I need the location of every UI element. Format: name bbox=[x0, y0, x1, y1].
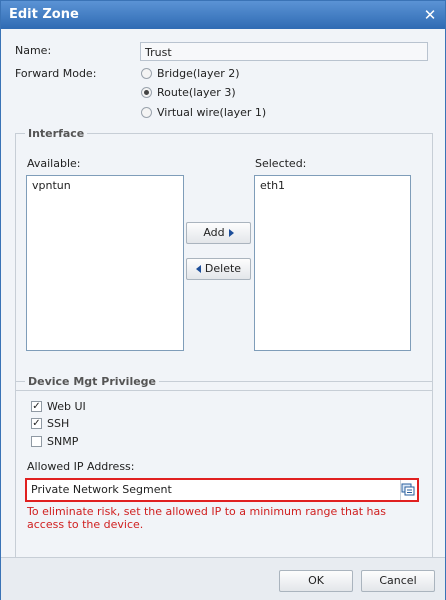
radio-label-bridge: Bridge(layer 2) bbox=[157, 66, 240, 80]
radio-button[interactable] bbox=[141, 106, 152, 118]
checkbox-snmp[interactable]: SNMP bbox=[31, 433, 78, 449]
allowed-ip-field[interactable]: Private Network Segment bbox=[27, 480, 401, 500]
add-button[interactable]: Add bbox=[186, 222, 251, 244]
available-label: Available: bbox=[27, 157, 81, 170]
forward-mode-label: Forward Mode: bbox=[15, 67, 97, 80]
list-item[interactable]: vpntun bbox=[27, 176, 183, 195]
checkbox-ssh[interactable]: ✓ SSH bbox=[31, 415, 69, 431]
radio-label-route: Route(layer 3) bbox=[157, 85, 236, 99]
list-item[interactable]: eth1 bbox=[255, 176, 410, 195]
checkbox-label-web-ui: Web UI bbox=[47, 399, 86, 413]
allowed-ip-label: Allowed IP Address: bbox=[27, 460, 135, 473]
arrow-right-icon bbox=[228, 229, 234, 237]
device-mgt-legend: Device Mgt Privilege bbox=[25, 375, 160, 388]
radio-virtual-wire[interactable]: Virtual wire(layer 1) bbox=[141, 104, 266, 120]
close-icon[interactable]: ✕ bbox=[421, 6, 439, 24]
delete-button-label: Delete bbox=[204, 262, 242, 275]
selected-list[interactable]: eth1 bbox=[254, 175, 411, 351]
radio-label-virtual-wire: Virtual wire(layer 1) bbox=[157, 105, 267, 119]
checkbox-unchecked[interactable] bbox=[31, 435, 42, 447]
dialog-title: Edit Zone bbox=[9, 7, 79, 22]
name-label: Name: bbox=[15, 44, 52, 57]
delete-button[interactable]: Delete bbox=[186, 258, 251, 280]
cancel-button[interactable]: Cancel bbox=[361, 570, 435, 592]
edit-zone-dialog: Edit Zone ✕ Name: Trust Forward Mode: Br… bbox=[0, 0, 446, 600]
name-field[interactable]: Trust bbox=[140, 42, 428, 61]
checkbox-label-ssh: SSH bbox=[47, 416, 70, 430]
radio-button[interactable] bbox=[141, 67, 152, 79]
allowed-ip-highlight: Private Network Segment bbox=[25, 478, 419, 502]
checkbox-checked[interactable]: ✓ bbox=[31, 417, 42, 429]
interface-legend: Interface bbox=[25, 127, 88, 140]
arrow-left-icon bbox=[195, 265, 201, 273]
address-picker-icon[interactable] bbox=[401, 483, 415, 497]
dialog-footer: OK Cancel bbox=[1, 557, 445, 600]
checkbox-checked[interactable]: ✓ bbox=[31, 400, 42, 412]
radio-bridge[interactable]: Bridge(layer 2) bbox=[141, 65, 240, 81]
title-bar[interactable]: Edit Zone ✕ bbox=[1, 1, 445, 29]
dialog-content: Name: Trust Forward Mode: Bridge(layer 2… bbox=[1, 29, 445, 571]
selected-label: Selected: bbox=[255, 157, 307, 170]
risk-warning-text: To eliminate risk, set the allowed IP to… bbox=[27, 505, 386, 531]
radio-route[interactable]: Route(layer 3) bbox=[141, 84, 236, 100]
checkbox-label-snmp: SNMP bbox=[47, 434, 79, 448]
ok-button[interactable]: OK bbox=[279, 570, 353, 592]
checkbox-web-ui[interactable]: ✓ Web UI bbox=[31, 398, 86, 414]
add-button-label: Add bbox=[203, 226, 225, 239]
available-list[interactable]: vpntun bbox=[26, 175, 184, 351]
radio-button[interactable] bbox=[141, 86, 152, 98]
